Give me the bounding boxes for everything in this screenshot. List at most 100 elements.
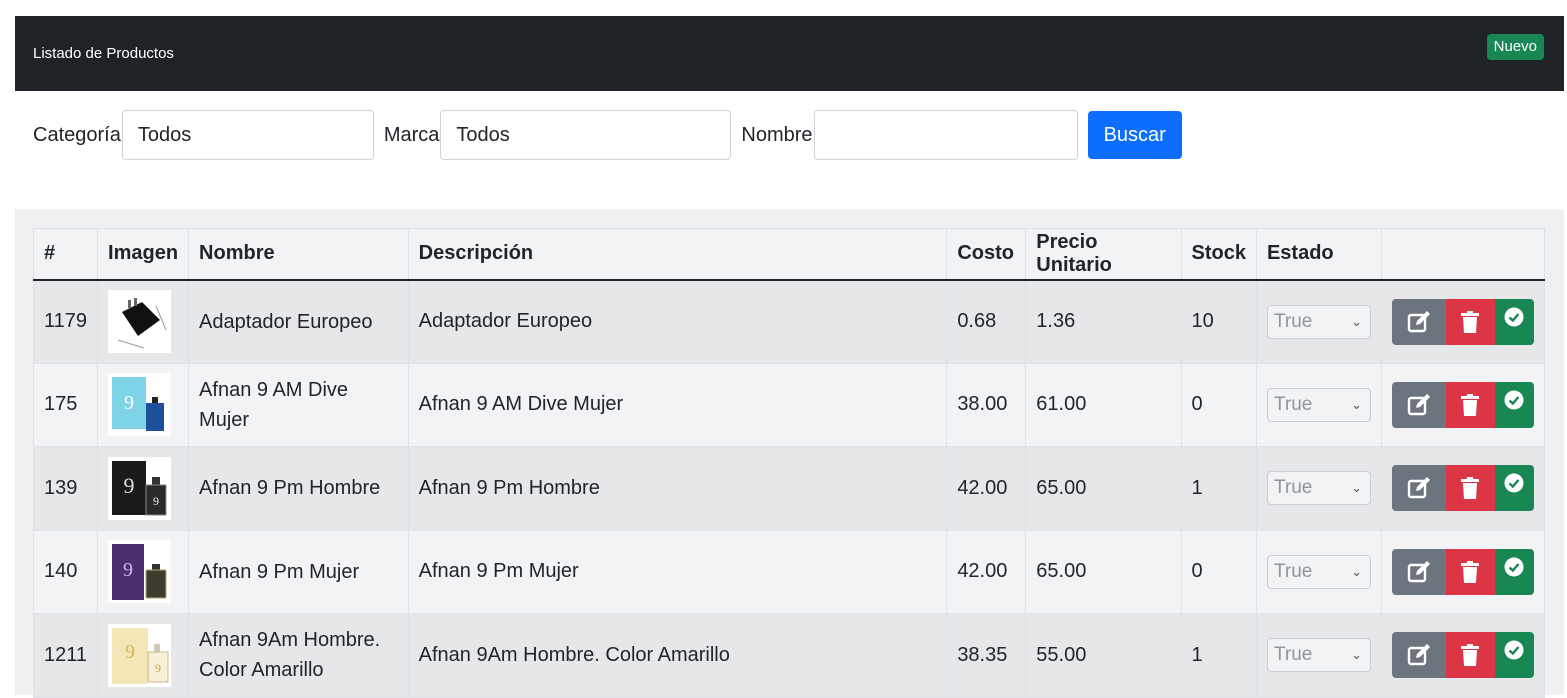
cell-nombre: Afnan 9 AM Dive Mujer: [188, 362, 409, 447]
page-title: Listado de Productos: [33, 45, 174, 62]
estado-select[interactable]: True ⌄: [1266, 471, 1371, 506]
new-product-button[interactable]: Nuevo: [1486, 34, 1544, 60]
edit-icon: [1407, 310, 1430, 332]
cell-nombre: Afnan 9 Pm Hombre: [188, 446, 409, 531]
cell-precio: 65.00: [1025, 446, 1182, 531]
cell-nombre: Afnan 9Am Hombre. Color Amarillo: [188, 613, 409, 698]
edit-button[interactable]: [1391, 381, 1446, 428]
edit-button[interactable]: [1391, 298, 1446, 345]
approve-button[interactable]: [1494, 632, 1534, 679]
categoria-select[interactable]: Todos: [121, 110, 374, 160]
table-row: 140 9 Afnan 9 Pm Mujer Afnan 9 Pm Mujer …: [32, 529, 1546, 614]
edit-button[interactable]: [1391, 632, 1446, 679]
edit-icon: [1407, 644, 1430, 666]
approve-button[interactable]: [1494, 465, 1534, 512]
search-button[interactable]: Buscar: [1087, 111, 1182, 159]
estado-select[interactable]: True ⌄: [1266, 304, 1371, 339]
delete-button[interactable]: [1445, 548, 1495, 595]
trash-icon: [1461, 644, 1480, 667]
check-circle-icon: [1504, 557, 1524, 577]
col-header-estado: Estado: [1255, 228, 1382, 281]
cell-image: 9: [97, 529, 190, 614]
svg-text:9: 9: [125, 641, 135, 663]
cell-descripcion: Afnan 9Am Hombre. Color Amarillo: [407, 613, 948, 698]
cell-descripcion: Afnan 9 Pm Mujer: [407, 529, 948, 614]
estado-select[interactable]: True ⌄: [1266, 638, 1371, 673]
table-row: 139 9 9 Afnan 9 Pm Hombre Afnan 9 Pm Hom…: [32, 446, 1546, 531]
cell-actions: [1380, 446, 1546, 531]
col-header-stock: Stock: [1180, 228, 1257, 281]
check-circle-icon: [1504, 307, 1524, 326]
approve-button[interactable]: [1494, 548, 1534, 595]
chevron-down-icon: ⌄: [1351, 396, 1362, 412]
estado-value: True: [1273, 393, 1313, 415]
cell-costo: 0.68: [946, 279, 1027, 364]
categoria-label: Categoría: [33, 123, 121, 146]
cell-precio: 61.00: [1025, 362, 1182, 447]
cell-actions: [1380, 529, 1546, 614]
chevron-down-icon: ⌄: [1351, 563, 1362, 579]
perfume-black-image: 9 9: [108, 456, 172, 520]
delete-button[interactable]: [1445, 298, 1495, 345]
trash-icon: [1461, 560, 1480, 583]
svg-text:9: 9: [153, 494, 159, 508]
delete-button[interactable]: [1445, 632, 1495, 679]
delete-button[interactable]: [1445, 381, 1495, 428]
filter-bar: Categoría Todos Marca Todos Nombre Busca…: [33, 110, 1182, 160]
svg-text:9: 9: [124, 392, 134, 414]
cell-actions: [1380, 279, 1546, 364]
check-circle-icon: [1504, 473, 1524, 493]
cell-estado: True ⌄: [1255, 279, 1382, 364]
cell-descripcion: Afnan 9 AM Dive Mujer: [407, 362, 948, 447]
cell-stock: 0: [1180, 362, 1257, 447]
table-row: 1211 9 9 Afnan 9Am Hombre. Color Amarill…: [32, 613, 1546, 698]
edit-icon: [1407, 560, 1430, 582]
cell-id: 1211: [32, 613, 99, 698]
cell-stock: 10: [1180, 279, 1257, 364]
col-header-costo: Costo: [946, 228, 1027, 281]
edit-button[interactable]: [1391, 548, 1446, 595]
cell-estado: True ⌄: [1255, 613, 1382, 698]
cell-estado: True ⌄: [1255, 362, 1382, 447]
cell-actions: [1380, 613, 1546, 698]
cell-id: 139: [32, 446, 99, 531]
cell-stock: 1: [1180, 446, 1257, 531]
table-row: 1179 Adaptador Europeo Adaptador Europeo…: [32, 279, 1546, 364]
cell-costo: 38.00: [946, 362, 1027, 447]
col-header-nombre: Nombre: [188, 228, 409, 281]
edit-button[interactable]: [1391, 465, 1446, 512]
svg-text:9: 9: [123, 559, 133, 581]
nombre-input[interactable]: [813, 110, 1078, 160]
cell-image: 9 9: [97, 446, 190, 531]
cell-id: 1179: [32, 279, 99, 364]
trash-icon: [1461, 477, 1480, 500]
col-header-actions: [1380, 228, 1546, 281]
check-circle-icon: [1504, 640, 1524, 660]
perfume-blue-image: 9: [108, 373, 172, 437]
cell-descripcion: Adaptador Europeo: [407, 279, 948, 364]
cell-actions: [1380, 362, 1546, 447]
table-header-row: # Imagen Nombre Descripción Costo Precio…: [32, 228, 1546, 281]
cell-nombre: Afnan 9 Pm Mujer: [188, 529, 409, 614]
svg-text:9: 9: [155, 661, 161, 675]
delete-button[interactable]: [1445, 465, 1495, 512]
cell-estado: True ⌄: [1255, 529, 1382, 614]
col-header-precio: Precio Unitario: [1025, 228, 1182, 281]
estado-select[interactable]: True ⌄: [1266, 554, 1371, 589]
estado-select[interactable]: True ⌄: [1266, 387, 1371, 422]
col-header-descripcion: Descripción: [407, 228, 948, 281]
cell-precio: 55.00: [1025, 613, 1182, 698]
perfume-purple-image: 9: [108, 540, 172, 604]
cell-image: 9 9: [97, 613, 190, 698]
approve-button[interactable]: [1494, 298, 1534, 345]
chevron-down-icon: ⌄: [1351, 647, 1362, 663]
approve-button[interactable]: [1494, 381, 1534, 428]
marca-select[interactable]: Todos: [440, 110, 732, 160]
trash-icon: [1461, 310, 1480, 333]
products-table: # Imagen Nombre Descripción Costo Precio…: [32, 228, 1546, 698]
check-circle-icon: [1504, 390, 1524, 410]
perfume-yellow-image: 9 9: [108, 623, 172, 687]
marca-label: Marca: [383, 123, 440, 146]
chevron-down-icon: ⌄: [1351, 313, 1362, 329]
top-bar: Listado de Productos Nuevo: [15, 16, 1564, 91]
